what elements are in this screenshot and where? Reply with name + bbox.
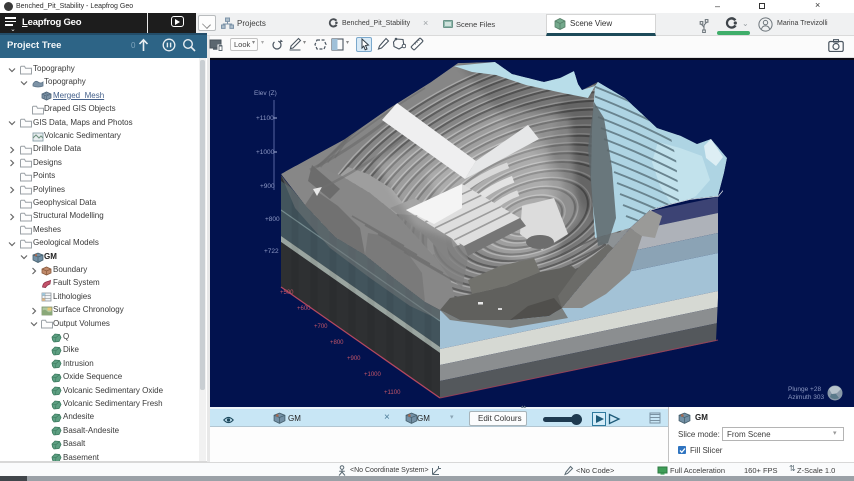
svg-text:Plunge +28: Plunge +28: [788, 386, 821, 393]
svg-text:+1100: +1100: [256, 115, 274, 122]
svg-text:+500: +500: [280, 290, 294, 296]
svg-text:+900: +900: [347, 356, 361, 362]
svg-text:+700: +700: [314, 324, 328, 330]
svg-text:+1000: +1000: [256, 149, 275, 156]
svg-text:+1000: +1000: [364, 372, 382, 378]
svg-text:+600: +600: [297, 306, 311, 312]
svg-text:+800: +800: [330, 340, 344, 346]
svg-text:Azimuth 303: Azimuth 303: [788, 394, 825, 401]
svg-text:+1100: +1100: [384, 390, 401, 396]
svg-text:+722: +722: [264, 248, 279, 255]
svg-text:+900: +900: [260, 183, 275, 190]
svg-text:+800: +800: [265, 216, 280, 223]
svg-text:Elev (Z): Elev (Z): [254, 90, 277, 97]
